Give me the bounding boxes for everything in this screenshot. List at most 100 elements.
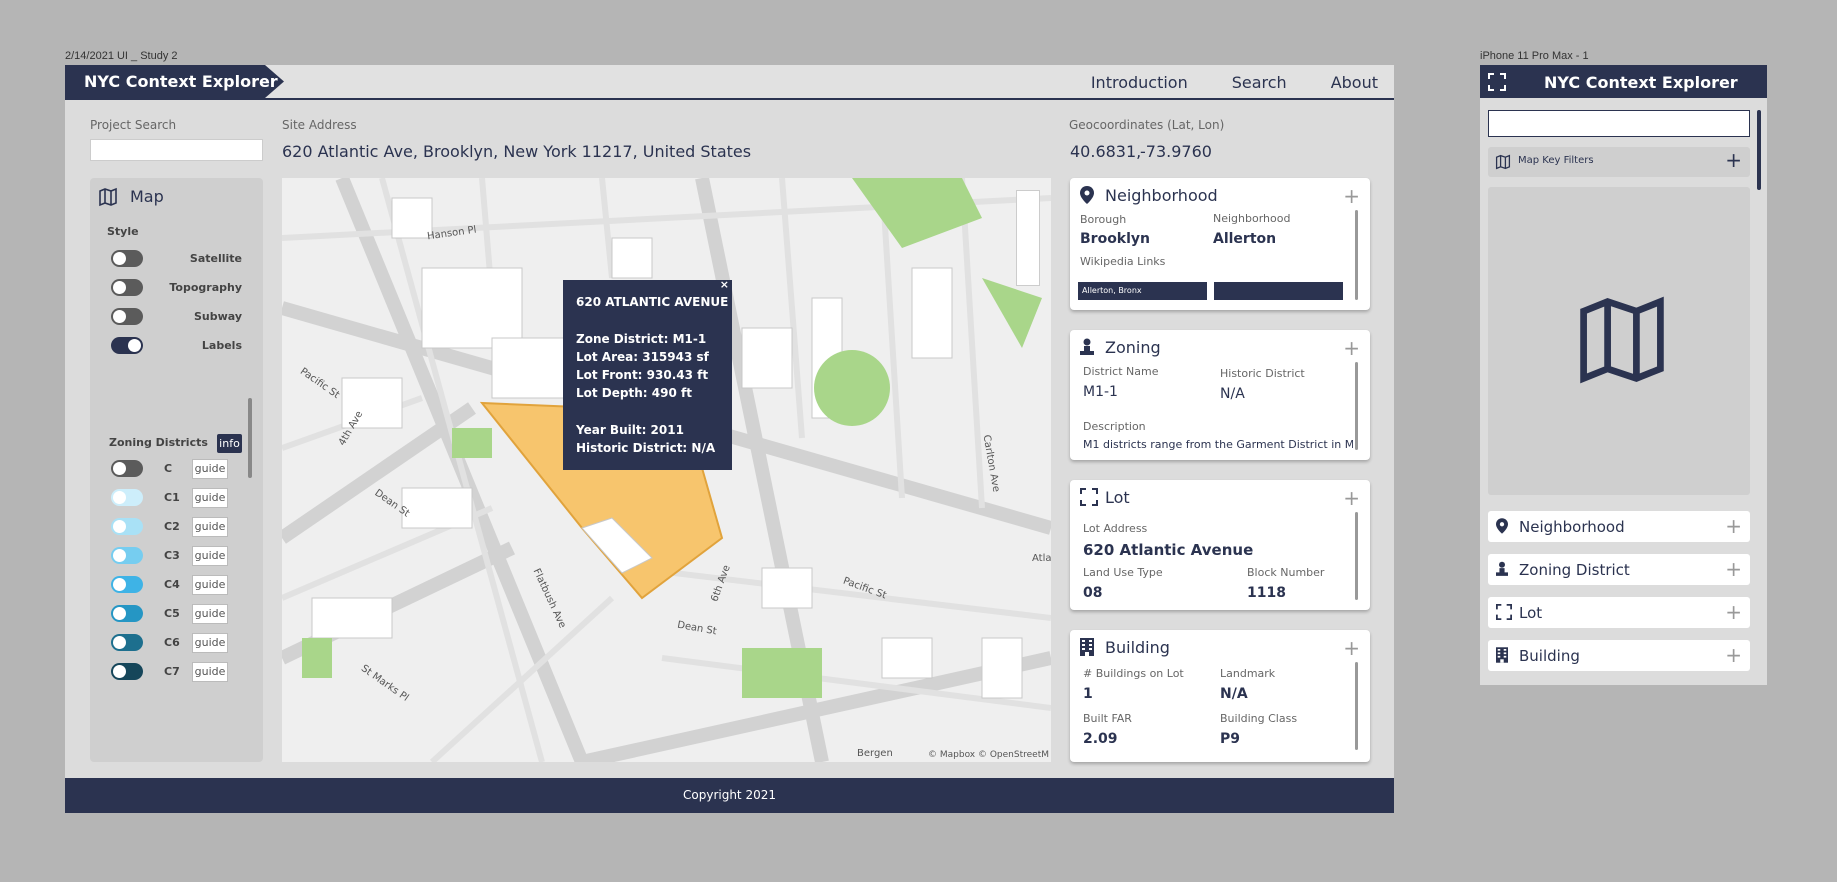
mobile-item-zoning[interactable]: Zoning District + <box>1488 554 1750 585</box>
neighborhood-card-title: Neighborhood <box>1105 186 1218 205</box>
building-class-value: P9 <box>1220 731 1241 747</box>
app-title: NYC Context Explorer <box>84 72 278 91</box>
building-icon <box>1496 647 1508 663</box>
zoning-person-icon <box>1496 561 1508 576</box>
built-far-label: Built FAR <box>1083 712 1132 725</box>
mobile-item-lot[interactable]: Lot + <box>1488 597 1750 628</box>
mobile-item-label: Lot <box>1519 604 1543 622</box>
historic-district-value: N/A <box>1220 386 1245 402</box>
description-label: Description <box>1083 420 1146 433</box>
wiki-link-button[interactable] <box>1214 282 1343 300</box>
mobile-item-building[interactable]: Building + <box>1488 640 1750 671</box>
nav-search[interactable]: Search <box>1222 73 1297 92</box>
mobile-scrollbar[interactable] <box>1757 110 1761 190</box>
toggle-labels[interactable] <box>111 337 143 354</box>
popup-close-icon[interactable]: × <box>720 278 729 291</box>
expand-icon[interactable]: + <box>1343 184 1360 208</box>
expand-icon[interactable]: + <box>1725 514 1742 538</box>
zone-label: C6 <box>164 636 180 649</box>
site-address-label: Site Address <box>282 118 357 132</box>
lot-popup: 620 ATLANTIC AVENUE Zone District: M1-1 … <box>563 278 732 470</box>
card-scrollbar[interactable] <box>1355 362 1358 450</box>
map-zoom-control[interactable] <box>1016 190 1040 286</box>
popup-zone: Zone District: M1-1 <box>576 332 707 346</box>
location-pin-icon <box>1080 186 1094 204</box>
buildings-count-value: 1 <box>1083 686 1093 702</box>
building-card: Building + # Buildings on Lot 1 Landmark… <box>1070 630 1370 762</box>
zone-guide-button[interactable]: guide <box>192 575 228 595</box>
expand-icon[interactable]: + <box>1343 336 1360 360</box>
expand-icon[interactable]: + <box>1343 486 1360 510</box>
zones-scrollbar[interactable] <box>248 398 252 478</box>
zone-toggle-c[interactable] <box>111 460 143 477</box>
mobile-item-label: Neighborhood <box>1519 518 1625 536</box>
description-value: M1 districts range from the Garment Dist… <box>1083 438 1353 451</box>
mobile-search-input[interactable] <box>1488 110 1750 137</box>
popup-year: Year Built: 2011 <box>576 423 684 437</box>
zone-guide-button[interactable]: guide <box>192 662 228 682</box>
zone-label: C7 <box>164 665 180 678</box>
zone-toggle-c7[interactable] <box>111 663 143 680</box>
toggle-subway[interactable] <box>111 308 143 325</box>
lot-bounds-icon <box>1496 604 1512 620</box>
zone-toggle-c4[interactable] <box>111 576 143 593</box>
toggle-topography[interactable] <box>111 279 143 296</box>
toggle-satellite[interactable] <box>111 250 143 267</box>
zone-label: C <box>164 462 173 475</box>
zoning-card-title: Zoning <box>1105 338 1161 357</box>
card-scrollbar[interactable] <box>1355 662 1358 750</box>
map-view[interactable]: 620 ATLANTIC AVENUE Zone District: M1-1 … <box>282 178 1051 762</box>
expand-icon[interactable]: + <box>1725 600 1742 624</box>
mobile-item-neighborhood[interactable]: Neighborhood + <box>1488 511 1750 542</box>
layer-label-topography: Topography <box>169 281 242 294</box>
lot-address-label: Lot Address <box>1083 522 1148 535</box>
zone-guide-button[interactable]: guide <box>192 459 228 479</box>
zoning-districts-label: Zoning Districts <box>109 436 208 449</box>
nav-about[interactable]: About <box>1321 73 1388 92</box>
map-canvas[interactable] <box>282 178 1051 762</box>
zone-toggle-c3[interactable] <box>111 547 143 564</box>
map-key-filters-label: Map Key Filters <box>1518 155 1594 166</box>
buildings-count-label: # Buildings on Lot <box>1083 667 1184 680</box>
main-nav: Introduction Search About <box>1057 73 1388 92</box>
top-bar: NYC Context Explorer Introduction Search… <box>65 65 1394 100</box>
zone-toggle-c2[interactable] <box>111 518 143 535</box>
mobile-map-placeholder[interactable] <box>1488 187 1750 495</box>
popup-title: 620 ATLANTIC AVENUE <box>576 295 729 309</box>
wiki-link-button[interactable]: Allerton, Bronx <box>1078 282 1207 300</box>
project-search-input[interactable] <box>90 139 263 161</box>
map-attribution: © Mapbox © OpenStreetM <box>928 750 1049 760</box>
nav-introduction[interactable]: Introduction <box>1081 73 1198 92</box>
map-key-filters[interactable]: Map Key Filters + <box>1488 147 1750 177</box>
neighborhood-value: Allerton <box>1213 231 1277 247</box>
land-use-value: 08 <box>1083 585 1103 601</box>
borough-label: Borough <box>1080 213 1127 226</box>
layer-label-labels: Labels <box>201 339 242 352</box>
zone-toggle-c1[interactable] <box>111 489 143 506</box>
card-scrollbar[interactable] <box>1355 210 1358 300</box>
brand[interactable]: NYC Context Explorer <box>65 65 333 98</box>
mobile-app-title: NYC Context Explorer <box>1544 73 1738 92</box>
map-sidebar: Map Style Satellite Topography Subway La… <box>90 178 263 762</box>
zone-guide-button[interactable]: guide <box>192 517 228 537</box>
expand-icon[interactable]: + <box>1725 148 1742 172</box>
lot-card: Lot + Lot Address 620 Atlantic Avenue La… <box>1070 480 1370 610</box>
built-far-value: 2.09 <box>1083 731 1118 747</box>
popup-front: Lot Front: 930.43 ft <box>576 368 709 382</box>
desktop-frame: NYC Context Explorer Introduction Search… <box>65 65 1394 813</box>
zone-guide-button[interactable]: guide <box>192 488 228 508</box>
expand-icon[interactable]: + <box>1725 643 1742 667</box>
card-scrollbar[interactable] <box>1355 512 1358 600</box>
zone-guide-button[interactable]: guide <box>192 633 228 653</box>
zone-toggle-c6[interactable] <box>111 634 143 651</box>
zoning-info-button[interactable]: info <box>217 434 242 453</box>
zone-guide-button[interactable]: guide <box>192 546 228 566</box>
fullscreen-icon[interactable] <box>1488 73 1506 91</box>
zone-label: C4 <box>164 578 180 591</box>
popup-area: Lot Area: 315943 sf <box>576 350 709 364</box>
expand-icon[interactable]: + <box>1343 636 1360 660</box>
zone-toggle-c5[interactable] <box>111 605 143 622</box>
zone-guide-button[interactable]: guide <box>192 604 228 624</box>
expand-icon[interactable]: + <box>1725 557 1742 581</box>
landmark-value: N/A <box>1220 686 1248 702</box>
